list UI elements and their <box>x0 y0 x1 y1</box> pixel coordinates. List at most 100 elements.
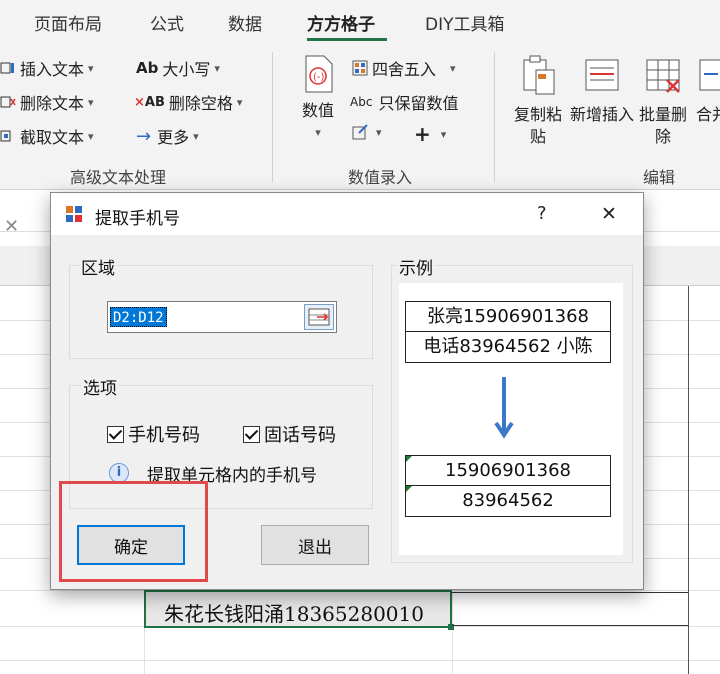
range-select-icon <box>308 308 330 326</box>
extract-text-button[interactable]: 截取文本 ▾ <box>0 124 94 148</box>
chevron-down-icon: ▾ <box>236 95 243 109</box>
cell-text: 朱花长钱阳涌18365280010 <box>164 602 424 626</box>
options-label: 选项 <box>81 374 119 399</box>
cell-marker-icon <box>406 486 412 492</box>
chevron-down-icon: ▾ <box>315 126 321 139</box>
landline-checkbox-label: 固话号码 <box>264 425 336 446</box>
edit-group-label: 编辑 <box>643 168 676 187</box>
merge-icon <box>699 59 720 91</box>
value-button[interactable]: (-) 数值 ▾ <box>292 54 344 144</box>
clipboard-icon <box>523 55 555 95</box>
example-output-row: 83964562 <box>405 485 611 517</box>
value-icon: (-) <box>305 55 333 93</box>
example-panel: 张亮15906901368 电话83964562 小陈 15906901368 … <box>399 283 623 555</box>
batch-delete-button[interactable]: 批量删除 <box>634 54 692 148</box>
app-icon <box>66 206 82 222</box>
group-divider <box>494 52 495 182</box>
checkbox-checked-icon <box>107 425 124 443</box>
more-button[interactable]: → 更多 ▾ <box>136 124 199 148</box>
chevron-down-icon: ▾ <box>88 61 94 75</box>
region-label: 区域 <box>79 254 117 279</box>
example-output-value: 83964562 <box>462 490 554 511</box>
chevron-down-icon: ▾ <box>376 125 382 139</box>
table-cell[interactable] <box>452 592 688 626</box>
extract-text-label: 截取文本 <box>20 128 85 147</box>
round-label: 四舍五入 <box>372 60 437 79</box>
batch-delete-icon <box>646 59 680 93</box>
copy-paste-label: 复制粘贴 <box>513 105 562 146</box>
plus-icon: + <box>414 122 431 146</box>
new-insert-button[interactable]: 新增插入 <box>570 54 634 126</box>
cell-marker-icon <box>406 456 412 462</box>
chevron-down-icon: ▾ <box>193 129 199 143</box>
value-label: 数值 <box>301 101 334 120</box>
landline-checkbox[interactable]: 固话号码 <box>243 421 336 447</box>
edit-grid-icon <box>352 124 368 140</box>
remove-space-icon: ×AB <box>134 94 165 110</box>
round-button[interactable]: 四舍五入 ▾ <box>352 56 456 80</box>
copy-paste-button[interactable]: 复制粘贴 <box>510 54 566 148</box>
fill-button[interactable]: ▾ <box>352 124 382 140</box>
text-group-label: 高级文本处理 <box>70 168 167 187</box>
delete-text-label: 删除文本 <box>20 94 85 113</box>
delete-text-icon <box>0 96 16 108</box>
keep-value-button[interactable]: Abc 只保留数值 <box>350 90 458 114</box>
region-input-value: D2:D12 <box>110 307 167 327</box>
remove-space-button[interactable]: ×AB 删除空格 ▾ <box>134 90 242 114</box>
arrow-down-icon <box>494 377 514 439</box>
case-label: 大小写 <box>162 60 211 79</box>
region-input[interactable]: D2:D12 <box>107 301 337 333</box>
active-tab-indicator <box>307 38 387 41</box>
help-button[interactable]: ? <box>537 203 547 224</box>
highlight-annotation <box>59 481 208 582</box>
insert-text-icon <box>0 62 14 74</box>
tab-diy-toolbox[interactable]: DIY工具箱 <box>425 10 505 35</box>
new-insert-label: 新增插入 <box>570 105 635 124</box>
remove-space-label: 删除空格 <box>168 94 233 113</box>
info-icon: i <box>109 463 129 483</box>
tab-page-layout[interactable]: 页面布局 <box>34 10 102 35</box>
ribbon-tab-bar: 页面布局 公式 数据 方方格子 DIY工具箱 <box>0 0 720 44</box>
chevron-down-icon: ▾ <box>440 127 447 141</box>
example-output-value: 15906901368 <box>445 460 571 481</box>
gridline <box>688 286 689 674</box>
arrow-right-icon: → <box>136 125 152 147</box>
close-button[interactable]: ✕ <box>601 203 617 225</box>
case-button[interactable]: Ab 大小写 ▾ <box>136 56 220 80</box>
delete-text-button[interactable]: 删除文本 ▾ <box>0 90 94 114</box>
checkbox-checked-icon <box>243 425 260 443</box>
insert-text-button[interactable]: 插入文本 ▾ <box>0 56 94 80</box>
merge-label: 合并 <box>696 105 720 124</box>
example-output-row: 15906901368 <box>405 455 611 487</box>
svg-text:(-): (-) <box>313 72 325 83</box>
insert-text-label: 插入文本 <box>20 60 85 79</box>
merge-button[interactable]: 合并 <box>696 54 720 126</box>
tab-data[interactable]: 数据 <box>228 10 262 35</box>
case-ab-icon: Ab <box>136 59 159 77</box>
cancel-x-icon[interactable]: ✕ <box>4 216 19 237</box>
extract-text-icon <box>0 130 11 142</box>
dialog-title: 提取手机号 <box>95 209 180 229</box>
chevron-down-icon: ▾ <box>214 61 220 75</box>
number-group-label: 数值录入 <box>348 168 413 187</box>
example-input-row: 电话83964562 小陈 <box>405 331 611 363</box>
tab-fangfanggezi[interactable]: 方方格子 <box>307 10 375 35</box>
ribbon: 插入文本 ▾ 删除文本 ▾ 截取文本 ▾ Ab 大小写 ▾ ×AB 删除空格 ▾ → 更多… <box>0 44 720 190</box>
exit-button[interactable]: 退出 <box>261 525 369 565</box>
abc-icon: Abc <box>350 95 373 109</box>
example-label: 示例 <box>397 254 435 279</box>
chevron-down-icon: ▾ <box>88 129 94 143</box>
add-button[interactable]: + ▾ <box>414 122 446 146</box>
more-label: 更多 <box>157 128 190 147</box>
group-divider <box>272 52 273 182</box>
keep-value-label: 只保留数值 <box>378 94 459 113</box>
range-picker-button[interactable] <box>304 304 334 330</box>
batch-delete-label: 批量删除 <box>638 105 687 146</box>
chevron-down-icon: ▾ <box>450 61 456 75</box>
round-icon <box>352 60 368 76</box>
insert-rows-icon <box>585 59 619 91</box>
mobile-checkbox-label: 手机号码 <box>128 425 200 446</box>
mobile-checkbox[interactable]: 手机号码 <box>107 421 200 447</box>
tab-formulas[interactable]: 公式 <box>150 10 184 35</box>
selected-cell[interactable]: 朱花长钱阳涌18365280010 <box>144 590 454 630</box>
